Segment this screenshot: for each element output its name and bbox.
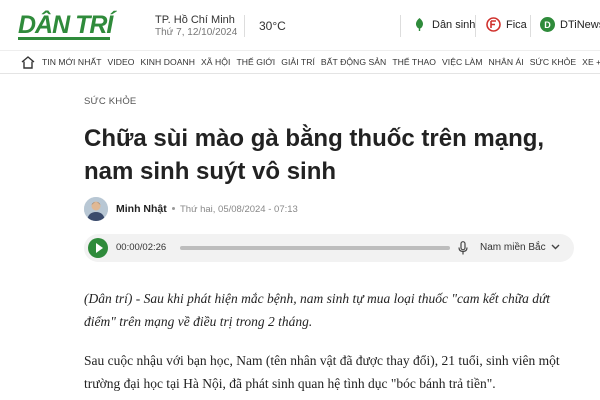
fica-icon [486,17,501,32]
nav-item-bat-dong-san[interactable]: BẤT ĐỘNG SẢN [321,57,386,67]
chevron-down-icon[interactable] [551,242,560,251]
dtinews-link[interactable]: D DTiNews [540,17,600,32]
article-paragraph: Sau cuộc nhậu với bạn học, Nam (tên nhân… [84,353,560,391]
header-divider [475,15,476,37]
nav-item-the-gioi[interactable]: THẾ GIỚI [236,57,275,67]
temperature: 30°C [259,19,286,33]
fica-link[interactable]: Fica [486,17,527,32]
nav-item-xa-hoi[interactable]: XÃ HỘI [201,57,230,67]
audio-player: 00:00/02:26 Nam miền Bắc [84,234,574,262]
voice-select[interactable]: Nam miền Bắc [480,242,546,253]
nav-item-nhan-ai[interactable]: NHÂN ÁI [489,57,524,67]
nav-item-viec-lam[interactable]: VIỆC LÀM [442,57,483,67]
nav-items: TIN MỚI NHẤT VIDEO KINH DOANH XÃ HỘI THẾ… [42,57,600,67]
site-logo[interactable]: DÂN TRÍ [18,12,113,38]
home-icon[interactable] [20,55,36,70]
nav-item-tin-moi-nhat[interactable]: TIN MỚI NHẤT [42,57,102,67]
play-button[interactable] [88,238,108,258]
nav-item-video[interactable]: VIDEO [108,57,135,67]
current-date: Thứ 7, 12/10/2024 [155,27,238,38]
header-divider [400,15,401,37]
article-category[interactable]: SỨC KHỎE [84,96,136,107]
article-title: Chữa sùi mào gà bằng thuốc trên mạng, na… [84,125,545,185]
header-divider [244,15,245,37]
avatar-image [84,197,108,221]
publish-date: Thứ hai, 05/08/2024 - 07:13 [180,204,298,215]
microphone-icon [458,241,468,255]
article-lead: (Dân trí) - Sau khi phát hiện mắc bệnh, … [84,291,551,329]
audio-time: 00:00/02:26 [116,242,167,253]
dtinews-label: DTiNews [560,18,600,31]
dan-sinh-link[interactable]: Dân sinh [412,17,475,32]
location-label: TP. Hồ Chí Minh [155,14,235,26]
dan-sinh-icon [415,18,424,31]
author-name[interactable]: Minh Nhật [116,203,167,215]
logo-underline [18,37,110,40]
nav-item-the-thao[interactable]: THỂ THAO [392,57,436,67]
nav-item-suc-khoe[interactable]: SỨC KHỎE [530,57,576,67]
author-avatar[interactable] [84,197,108,221]
header-divider [530,15,531,37]
top-header: DÂN TRÍ TP. Hồ Chí Minh Thứ 7, 12/10/202… [0,0,600,50]
main-nav: TIN MỚI NHẤT VIDEO KINH DOANH XÃ HỘI THẾ… [0,50,600,74]
nav-item-kinh-doanh[interactable]: KINH DOANH [141,57,195,67]
meta-separator [172,207,175,210]
dtinews-icon: D [540,17,555,32]
audio-progress-track[interactable] [180,246,450,250]
fica-label: Fica [506,18,527,31]
nav-item-xe[interactable]: XE ++ [582,57,600,67]
nav-item-giai-tri[interactable]: GIẢI TRÍ [281,57,315,67]
dan-sinh-label: Dân sinh [432,18,476,31]
